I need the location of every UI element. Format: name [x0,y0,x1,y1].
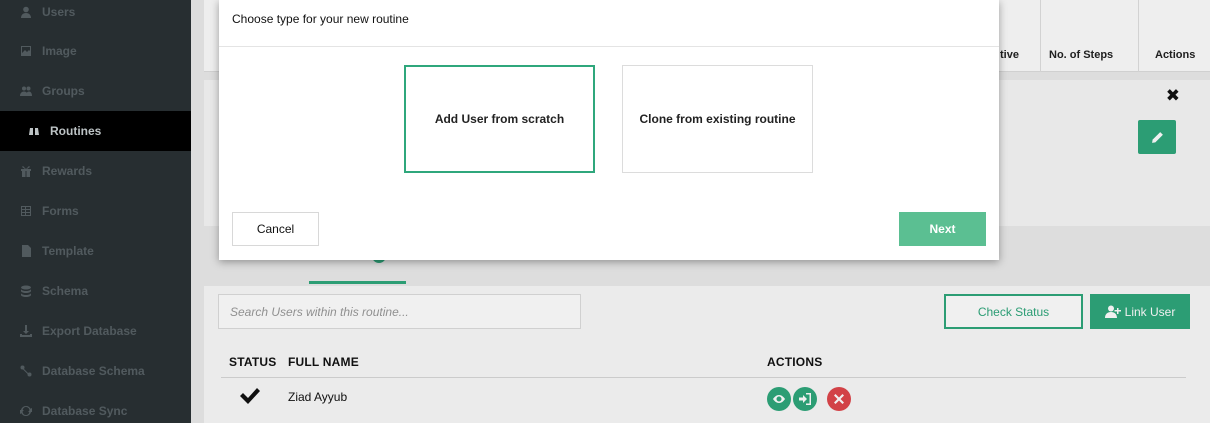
next-button[interactable]: Next [899,212,986,246]
option-clone-existing[interactable]: Clone from existing routine [622,65,813,173]
option-add-from-scratch[interactable]: Add User from scratch [404,65,595,173]
modal-subtitle: Choose type for your new routine [232,12,409,26]
cancel-button[interactable]: Cancel [232,212,319,246]
modal-divider [219,46,999,47]
new-routine-modal: Choose type for your new routine Add Use… [219,0,999,260]
